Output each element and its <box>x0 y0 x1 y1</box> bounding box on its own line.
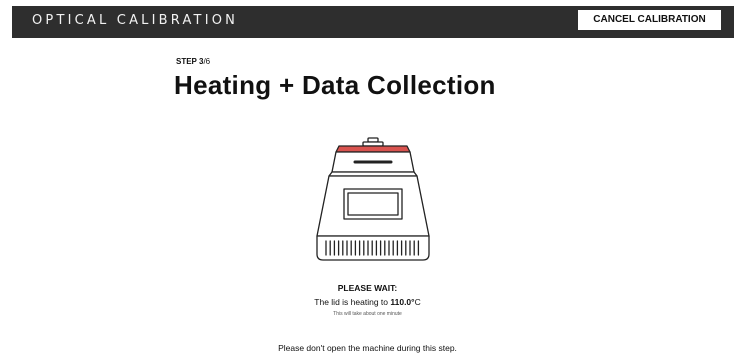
cancel-calibration-button[interactable]: CANCEL CALIBRATION <box>578 10 721 30</box>
calibration-page: OPTICAL CALIBRATION CANCEL CALIBRATION S… <box>0 0 735 358</box>
step-prefix: STEP <box>176 57 199 66</box>
target-temperature: 110.0° <box>390 297 415 307</box>
please-wait-heading: PLEASE WAIT: <box>337 283 398 293</box>
step-total: /6 <box>203 57 211 66</box>
do-not-open-warning: Please don't open the machine during thi… <box>278 343 457 353</box>
app-title: OPTICAL CALIBRATION <box>32 13 239 28</box>
heating-status-text: The lid is heating to 110.0°C <box>0 297 735 307</box>
temperature-unit: C <box>414 297 421 307</box>
step-indicator: STEP 3/6 <box>176 57 210 66</box>
thermal-cycler-icon <box>316 137 430 261</box>
header-bar: OPTICAL CALIBRATION CANCEL CALIBRATION <box>12 6 734 38</box>
page-title: Heating + Data Collection <box>174 70 496 100</box>
heating-prefix: The lid is heating to <box>314 297 391 307</box>
duration-note: This will take about one minute <box>333 311 402 317</box>
